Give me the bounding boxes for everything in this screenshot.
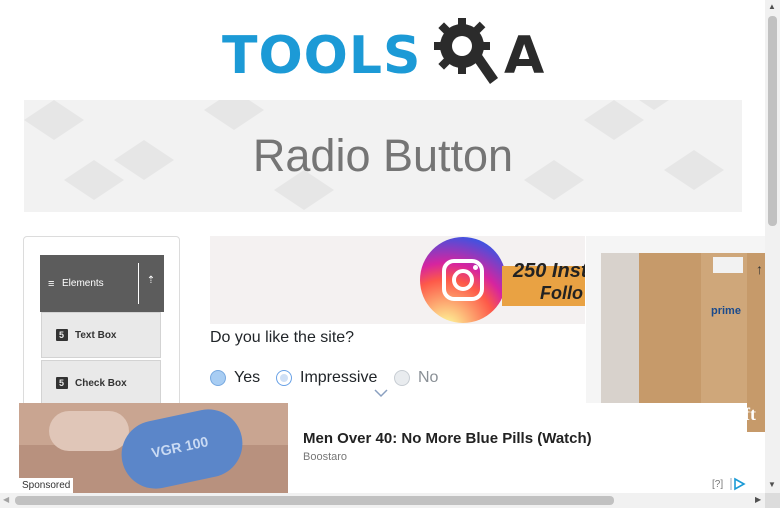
hamburger-icon: ≡ (48, 277, 55, 290)
instagram-icon (420, 237, 506, 323)
scroll-right-icon[interactable]: ▶ (755, 495, 761, 504)
vertical-scrollbar[interactable]: ▲ ▼ (765, 0, 780, 493)
page: TOOLS A Radio Button ≡ Elements ⇡ 5 Text… (0, 0, 780, 508)
vertical-scroll-thumb[interactable] (768, 16, 777, 226)
instagram-ad[interactable]: 250 Inst Follo (210, 236, 585, 324)
sidebar-group-label: Elements (62, 278, 104, 289)
ad-text-line2: Follo (540, 283, 583, 303)
toolsqa-logo[interactable]: TOOLS A (222, 14, 552, 92)
box-label: prime (711, 305, 741, 317)
radio-no (394, 370, 410, 386)
radio-impressive[interactable] (276, 370, 292, 386)
page-banner: Radio Button (24, 100, 742, 212)
page-title: Radio Button (252, 130, 514, 181)
radio-option-yes[interactable]: Yes (210, 368, 260, 388)
chevron-down-icon[interactable] (374, 388, 388, 398)
radio-label-impressive[interactable]: Impressive (300, 369, 377, 387)
sponsored-label: Sponsored (19, 478, 74, 493)
ad-image: VGR 100 Sponsored (19, 403, 288, 493)
logo-text-tools: TOOLS (222, 26, 422, 86)
ad-advertiser[interactable]: Boostaro (303, 451, 347, 463)
scrollbar-corner (765, 493, 780, 508)
logo-text-a: A (504, 26, 545, 86)
sidebar-item-text-box[interactable]: Text Box (41, 312, 161, 358)
collapse-icon[interactable]: ⇡ (144, 275, 158, 291)
scroll-down-icon[interactable]: ▼ (768, 480, 776, 489)
radio-yes[interactable] (210, 370, 226, 386)
header-divider (138, 263, 139, 304)
scroll-up-icon[interactable]: ▲ (768, 2, 776, 11)
adchoices-icon[interactable] (730, 477, 746, 491)
gear-icon (434, 18, 498, 84)
horizontal-scroll-thumb[interactable] (15, 496, 614, 505)
sidebar-group-elements[interactable]: ≡ Elements ⇡ (40, 255, 164, 312)
horizontal-scrollbar[interactable]: ◀ ▶ (0, 493, 780, 508)
html5-icon (56, 329, 68, 341)
radio-option-no: No (394, 368, 438, 388)
radio-label-no: No (418, 369, 439, 386)
sidebar-item-label: Check Box (75, 377, 127, 389)
radio-label-yes[interactable]: Yes (234, 369, 260, 387)
ad-text-line1: 250 Inst (513, 260, 585, 282)
sponsored-ad[interactable]: VGR 100 Sponsored Men Over 40: No More B… (19, 403, 747, 493)
html5-icon (56, 377, 68, 389)
scroll-left-icon[interactable]: ◀ (3, 495, 9, 504)
sidebar-item-label: Text Box (75, 329, 117, 341)
ad-help-link[interactable]: [?] (712, 479, 723, 490)
sidebar-item-check-box[interactable]: Check Box (41, 360, 161, 406)
ad-headline[interactable]: Men Over 40: No More Blue Pills (Watch) (303, 430, 592, 447)
radio-option-impressive[interactable]: Impressive (276, 368, 377, 388)
ad-close-icon[interactable]: ↑ (756, 261, 763, 277)
question-text: Do you like the site? (210, 329, 355, 346)
